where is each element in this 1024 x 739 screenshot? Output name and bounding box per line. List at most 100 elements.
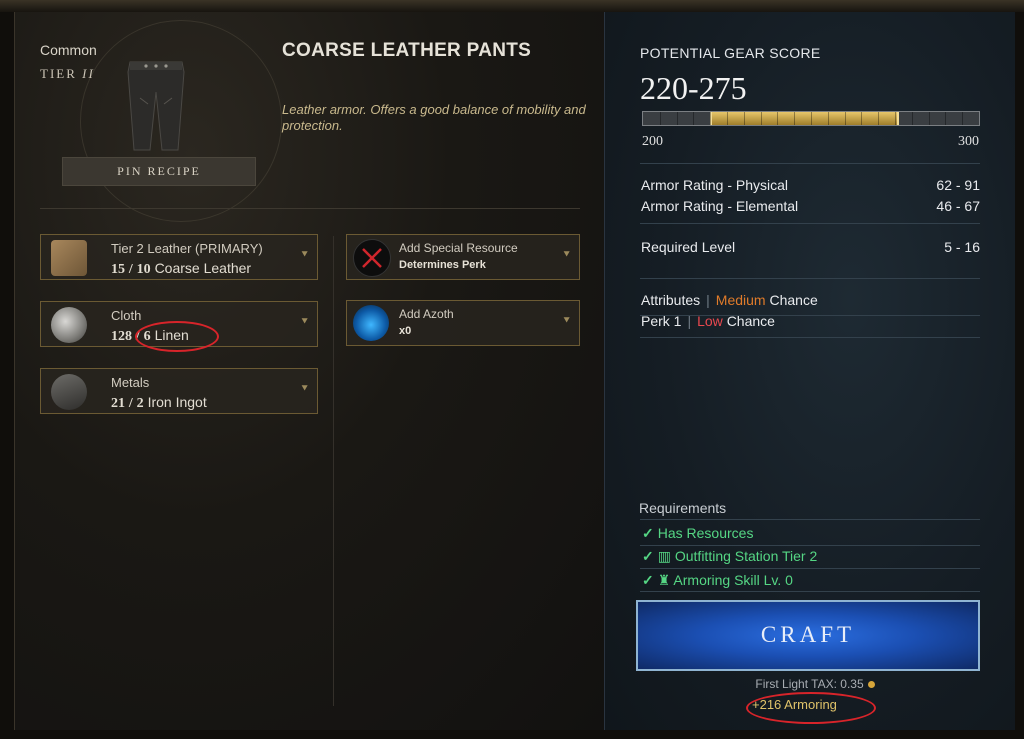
divider	[640, 591, 980, 592]
need-count: 2	[136, 396, 144, 411]
stat-label: Armor Rating - Elemental	[641, 198, 799, 214]
gear-score-range: 220-275	[640, 70, 747, 106]
x-mark-icon	[353, 239, 391, 277]
requirement-item: ✓ ♜ Armoring Skill Lv. 0	[642, 572, 793, 589]
bar-tick	[676, 112, 678, 125]
bar-tick	[760, 112, 762, 125]
attributes-label: Attributes	[641, 292, 701, 308]
skill-icon: ♜	[657, 572, 674, 588]
gear-score-max: 300	[958, 134, 979, 149]
craft-button[interactable]: CRAFT	[636, 600, 980, 671]
tax-text: First Light TAX: 0.35	[755, 677, 864, 691]
check-icon: ✓	[642, 525, 654, 541]
divider	[640, 278, 980, 279]
ingredient-name: Cloth	[111, 308, 142, 323]
item-description: Leather armor. Offers a good balance of …	[282, 102, 586, 133]
amount-separator: /	[128, 396, 133, 411]
divider	[640, 337, 980, 338]
header-divider	[40, 208, 580, 209]
resource-name: Iron Ingot	[147, 394, 207, 410]
requirement-text: Armoring Skill Lv. 0	[673, 572, 793, 588]
crafting-window: Common TIER II PIN RECIPE COARSE LEATHER…	[0, 0, 1024, 739]
column-divider	[333, 236, 334, 706]
stat-value: 62 - 91	[936, 177, 980, 193]
tier-word: TIER	[40, 66, 77, 81]
bar-tick	[693, 112, 695, 125]
azoth-flask-icon	[353, 305, 389, 341]
azoth-count: x0	[399, 325, 412, 337]
chance-word: Chance	[726, 313, 775, 329]
azoth-title: Add Azoth	[399, 307, 454, 321]
divider	[640, 545, 980, 546]
metal-ingot-icon	[51, 374, 87, 410]
special-resource-subtitle: Determines Perk	[399, 259, 486, 271]
perk-level: Low	[697, 313, 723, 329]
requirement-item: ✓ ▥ Outfitting Station Tier 2	[642, 548, 817, 565]
required-level-label: Required Level	[641, 239, 736, 255]
bar-tick	[727, 112, 728, 125]
leather-pants-icon	[127, 61, 185, 151]
attributes-level: Medium	[715, 292, 766, 308]
bar-tick	[827, 112, 829, 125]
coin-icon	[867, 681, 875, 688]
stat-value: 46 - 67	[936, 198, 980, 214]
requirement-text: Has Resources	[657, 525, 754, 541]
ingredient-amount: 21 / 2 Iron Ingot	[111, 394, 207, 412]
chevron-down-icon[interactable]: ⯆	[562, 249, 571, 262]
resource-name: Coarse Leather	[154, 260, 252, 276]
leather-icon	[51, 240, 87, 276]
tax-info: First Light TAX: 0.35	[700, 677, 930, 691]
bar-tick	[710, 112, 712, 125]
chevron-down-icon[interactable]: ⯆	[300, 249, 309, 262]
bar-tick	[962, 112, 964, 125]
ingredient-name: Metals	[111, 375, 150, 390]
divider	[640, 519, 980, 520]
special-resource-slot[interactable]: Add Special Resource Determines Perk ⯆	[346, 234, 580, 280]
need-count: 10	[136, 262, 151, 277]
check-icon: ✓	[642, 548, 654, 564]
perk-chance: Perk 1 | Low Chance	[641, 313, 775, 329]
ingredient-slot-metals[interactable]: Metals 21 / 2 Iron Ingot ⯆	[40, 368, 318, 414]
station-icon: ▥	[657, 548, 675, 564]
gear-score-label: POTENTIAL GEAR SCORE	[640, 45, 821, 61]
gear-score-min: 200	[642, 134, 663, 149]
azoth-slot[interactable]: Add Azoth x0 ⯆	[346, 300, 580, 346]
requirements-title: Requirements	[639, 500, 727, 516]
cloth-icon	[51, 307, 87, 343]
bar-tick	[844, 112, 846, 125]
separator: |	[687, 313, 692, 329]
bar-tick	[911, 112, 913, 125]
chance-word: Chance	[769, 292, 818, 308]
top-border	[0, 0, 1024, 12]
chevron-down-icon[interactable]: ⯆	[300, 383, 309, 396]
bar-tick	[895, 112, 896, 125]
item-rarity: Common	[40, 42, 97, 58]
bar-tick	[878, 112, 880, 125]
divider	[640, 223, 980, 224]
annotation-circle	[746, 692, 876, 724]
annotation-circle	[135, 321, 219, 352]
chevron-down-icon[interactable]: ⯆	[300, 316, 309, 329]
pin-recipe-button[interactable]: PIN RECIPE	[62, 157, 256, 186]
craft-button-label: CRAFT	[760, 622, 856, 647]
requirement-item: ✓ Has Resources	[642, 525, 753, 542]
gear-score-bar-fill	[710, 112, 899, 125]
tier-number: II	[82, 66, 95, 81]
ingredient-slot-leather[interactable]: Tier 2 Leather (PRIMARY) 15 / 10 Coarse …	[40, 234, 318, 280]
special-resource-title: Add Special Resource	[399, 241, 518, 255]
bar-tick	[945, 112, 947, 125]
gear-score-bar	[642, 111, 980, 126]
requirement-text: Outfitting Station Tier 2	[674, 548, 818, 564]
stat-label: Armor Rating - Physical	[641, 177, 789, 193]
bar-tick	[861, 112, 863, 125]
item-tier: TIER II	[40, 66, 95, 82]
attributes-chance: Attributes | Medium Chance	[641, 292, 818, 308]
ingredient-amount: 15 / 10 Coarse Leather	[111, 260, 251, 278]
item-title: COARSE LEATHER PANTS	[282, 40, 532, 61]
required-level-value: 5 - 16	[944, 239, 980, 255]
separator: |	[706, 292, 710, 308]
chevron-down-icon[interactable]: ⯆	[562, 315, 571, 328]
amount-separator: /	[128, 262, 133, 277]
ingredient-name: Tier 2 Leather (PRIMARY)	[111, 241, 263, 256]
bar-tick	[743, 112, 745, 125]
